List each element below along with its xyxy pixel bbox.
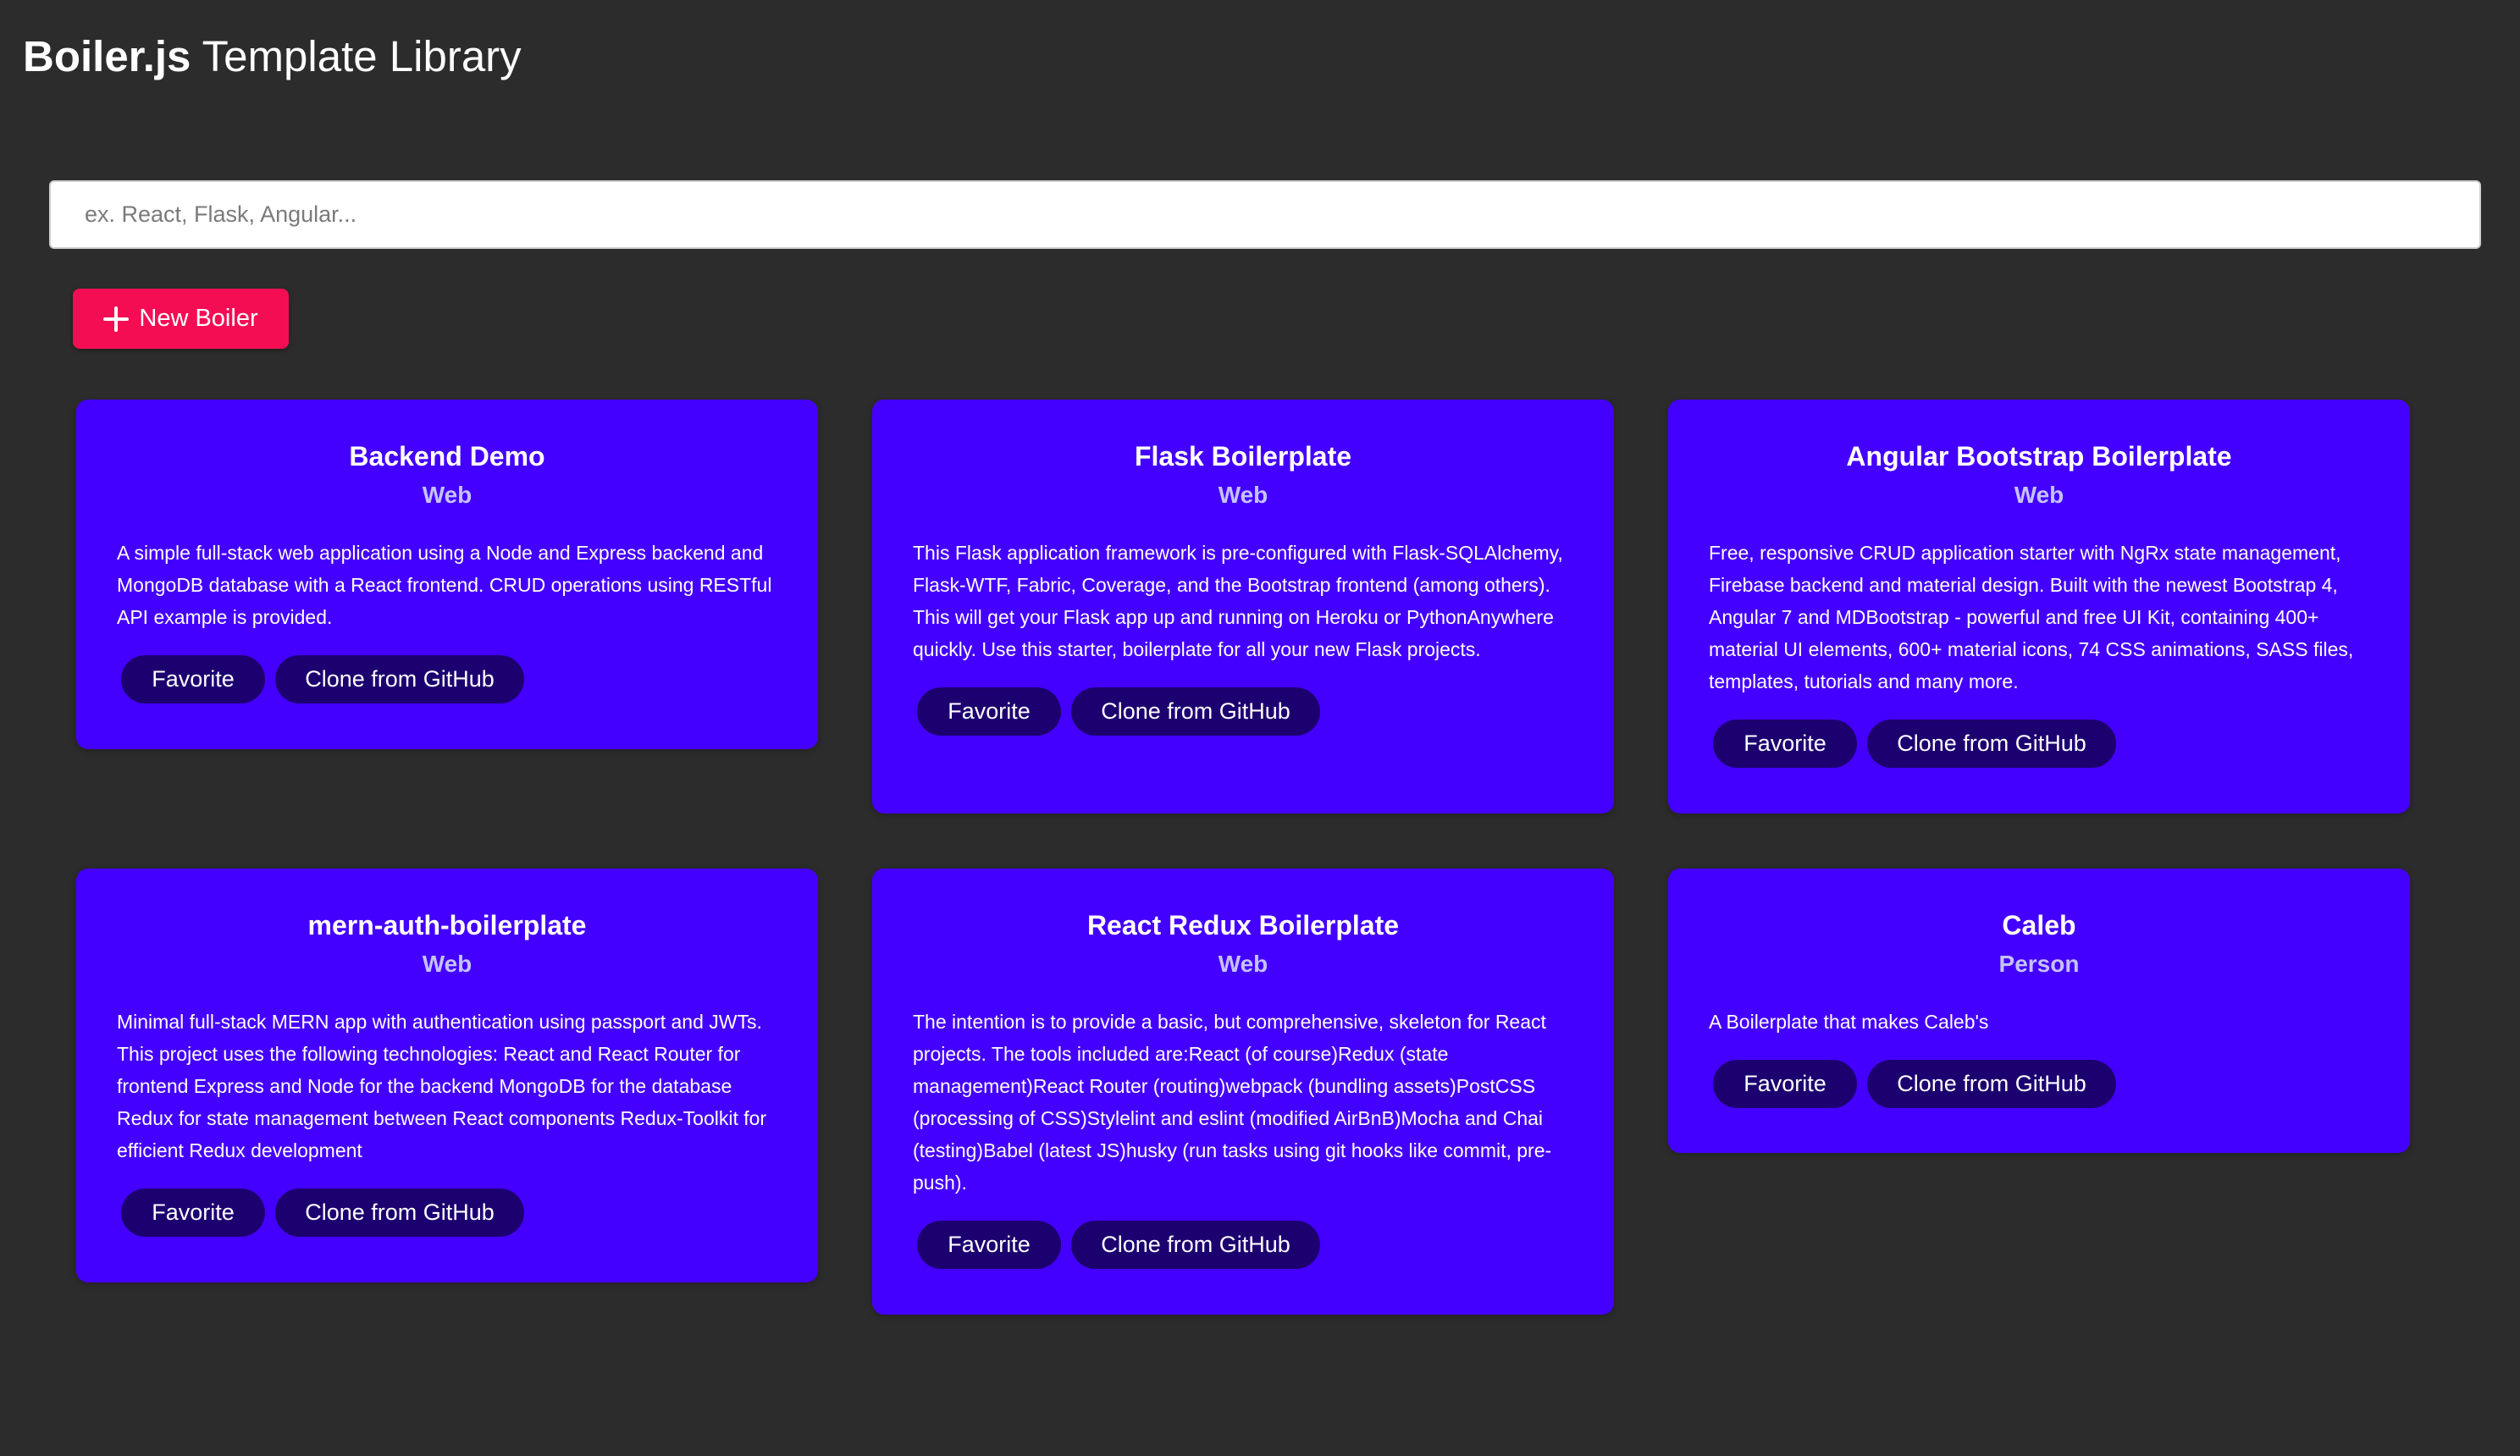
card-title: React Redux Boilerplate [1086,910,1400,940]
clone-from-github-button[interactable]: Clone from GitHub [275,1189,524,1237]
card-category: Web [1218,951,1268,977]
boiler-card: Flask Boilerplate Web This Flask applica… [872,400,1614,813]
card-description: A Boilerplate that makes Caleb's [1709,1011,1989,1033]
card-actions: Favorite Clone from GitHub [1709,720,2369,768]
card-actions: Favorite Clone from GitHub [117,1189,777,1237]
clone-from-github-button[interactable]: Clone from GitHub [1071,687,1320,736]
favorite-button[interactable]: Favorite [1713,1060,1857,1108]
clone-from-github-button[interactable]: Clone from GitHub [1867,720,2116,768]
favorite-button[interactable]: Favorite [121,1189,265,1237]
new-boiler-button[interactable]: New Boiler [73,289,289,349]
brand-name: Boiler.js [23,32,191,80]
boiler-card: Caleb Person A Boilerplate that makes Ca… [1668,869,2410,1153]
card-description: This Flask application framework is pre-… [913,542,1563,660]
app-page: Boiler.js Template Library New Boiler Ba… [0,0,2520,1456]
card-title: Angular Bootstrap Boilerplate [1846,441,2232,472]
boiler-card: mern-auth-boilerplate Web Minimal full-s… [76,869,818,1282]
favorite-button[interactable]: Favorite [917,1221,1061,1269]
card-actions: Favorite Clone from GitHub [913,1221,1573,1269]
card-actions: Favorite Clone from GitHub [117,655,777,703]
card-title: Caleb [2002,910,2076,940]
card-actions: Favorite Clone from GitHub [913,687,1573,736]
card-title: Flask Boilerplate [1134,441,1352,472]
card-actions: Favorite Clone from GitHub [1709,1060,2369,1108]
card-description: A simple full-stack web application usin… [117,542,772,628]
new-boiler-label: New Boiler [139,305,258,332]
clone-from-github-button[interactable]: Clone from GitHub [1867,1060,2116,1108]
search-bar [49,180,2481,249]
favorite-button[interactable]: Favorite [121,655,265,703]
clone-from-github-button[interactable]: Clone from GitHub [275,655,524,703]
card-category: Web [1218,482,1268,508]
favorite-button[interactable]: Favorite [917,687,1061,736]
card-description: Minimal full-stack MERN app with authent… [117,1011,767,1161]
app-subtitle: Template Library [202,32,522,80]
card-title: mern-auth-boilerplate [307,910,587,940]
card-title: Backend Demo [349,441,545,472]
plus-icon [103,306,130,332]
card-description: Free, responsive CRUD application starte… [1709,542,2354,692]
card-description: The intention is to provide a basic, but… [913,1011,1552,1194]
boiler-card: Backend Demo Web A simple full-stack web… [76,400,818,749]
boiler-card: React Redux Boilerplate Web The intentio… [872,869,1614,1315]
boiler-card: Angular Bootstrap Boilerplate Web Free, … [1668,400,2410,813]
card-category: Person [1998,951,2080,977]
favorite-button[interactable]: Favorite [1713,720,1857,768]
search-input[interactable] [51,182,2479,247]
clone-from-github-button[interactable]: Clone from GitHub [1071,1221,1320,1269]
app-title: Boiler.js Template Library [23,29,522,85]
card-category: Web [2014,482,2064,508]
card-category: Web [422,482,472,508]
card-category: Web [422,951,472,977]
